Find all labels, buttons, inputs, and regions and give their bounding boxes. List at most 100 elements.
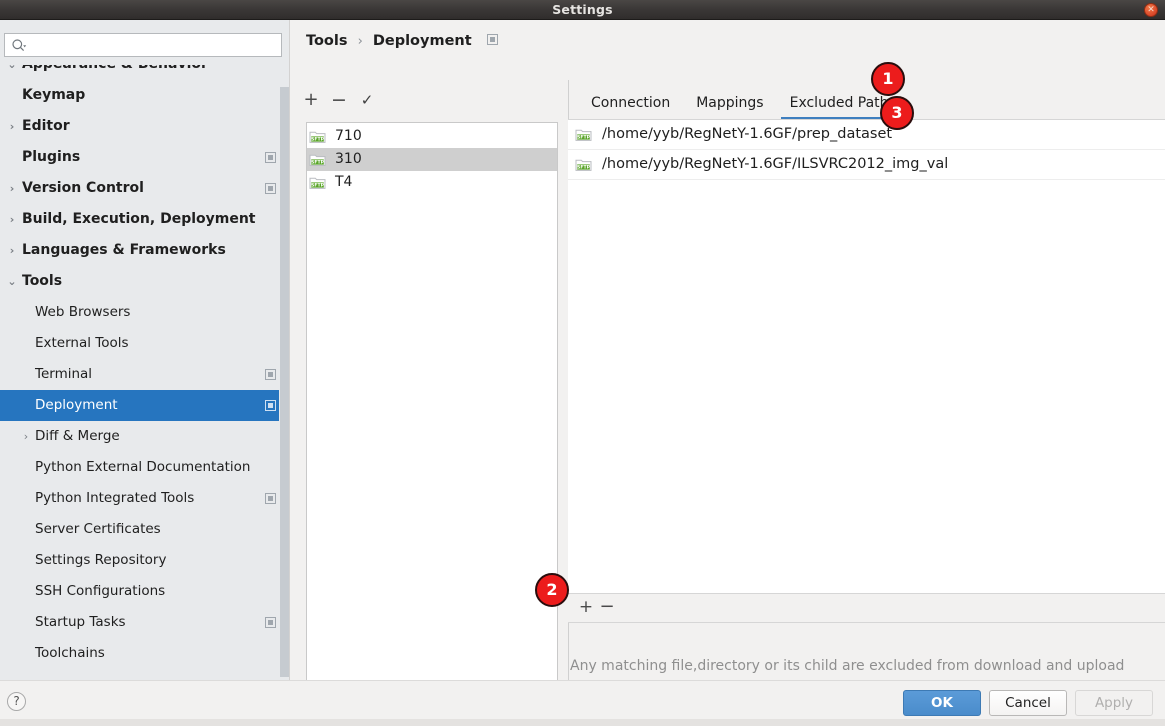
sidebar-item-label: Plugins [22, 149, 81, 165]
excluded-path-text: /home/yyb/RegNetY-1.6GF/prep_dataset [602, 126, 893, 142]
excluded-paths-list: SFTP/home/yyb/RegNetY-1.6GF/prep_dataset… [568, 119, 1165, 593]
annotation-marker-2: 2 [535, 573, 569, 607]
sidebar-item-label: Startup Tasks [35, 614, 126, 630]
sidebar-item-python-integrated-tools[interactable]: Python Integrated Tools [0, 483, 290, 514]
search-input[interactable] [31, 34, 283, 58]
server-name: T4 [335, 174, 353, 190]
chevron-down-icon[interactable]: ⌄ [6, 266, 18, 297]
sidebar-item-server-certificates[interactable]: Server Certificates [0, 514, 290, 545]
excluded-paths-toolbar: + − [568, 593, 1165, 623]
server-list-toolbar: + − ✓ [300, 88, 550, 114]
sidebar-item-label: Tools [22, 273, 63, 289]
window-titlebar: Settings ✕ [0, 0, 1165, 20]
add-server-button[interactable]: + [300, 88, 322, 112]
settings-sidebar: ⌄ Appearance & Behavior Keymap ›Editor Plugi… [0, 20, 290, 680]
server-name: 310 [335, 151, 362, 167]
close-icon[interactable]: ✕ [1144, 3, 1158, 17]
project-scope-icon [265, 369, 276, 380]
svg-text:SFTP: SFTP [311, 160, 325, 166]
tab-mappings[interactable]: Mappings [683, 88, 776, 120]
server-list-item[interactable]: SFTP T4 [307, 171, 557, 194]
remove-path-button[interactable]: − [596, 594, 618, 620]
sidebar-item-label: SSH Configurations [35, 583, 166, 599]
sidebar-item-deployment[interactable]: Deployment [0, 390, 290, 421]
search-icon [12, 39, 27, 52]
sidebar-item-web-browsers[interactable]: Web Browsers [0, 297, 290, 328]
set-default-server-button[interactable]: ✓ [356, 88, 378, 112]
remove-server-button[interactable]: − [328, 88, 350, 112]
annotation-marker-1: 1 [871, 62, 905, 96]
server-list: SFTP 710 SFTP 310 SFTP T4 [306, 122, 558, 682]
sidebar-item-python-external-documentation[interactable]: Python External Documentation [0, 452, 290, 483]
add-path-button[interactable]: + [575, 594, 597, 620]
sidebar-item-label: Keymap [22, 87, 86, 103]
sidebar-scroll-area: ⌄ Appearance & Behavior Keymap ›Editor Plugi… [0, 65, 290, 680]
sidebar-item-keymap[interactable]: Keymap [0, 80, 290, 111]
excluded-paths-hint: Any matching file,directory or its child… [570, 658, 1125, 674]
server-name: 710 [335, 128, 362, 144]
sidebar-item-label: Version Control [22, 180, 144, 196]
chevron-down-icon[interactable]: ⌄ [6, 65, 18, 80]
chevron-right-icon[interactable]: › [6, 204, 18, 235]
apply-button: Apply [1075, 690, 1153, 716]
svg-text:SFTP: SFTP [577, 165, 591, 171]
cancel-button[interactable]: Cancel [989, 690, 1067, 716]
server-list-item[interactable]: SFTP 310 [307, 148, 557, 171]
sidebar-item-settings-repository[interactable]: Settings Repository [0, 545, 290, 576]
breadcrumb-parent[interactable]: Tools [306, 33, 348, 49]
sidebar-item-label: Toolchains [35, 645, 105, 661]
svg-text:SFTP: SFTP [577, 135, 591, 141]
settings-dialog: ⌄ Appearance & Behavior Keymap ›Editor Plugi… [0, 20, 1165, 682]
sidebar-item-external-tools[interactable]: External Tools [0, 328, 290, 359]
sidebar-item-version-control[interactable]: › Version Control [0, 173, 290, 204]
excluded-path-row[interactable]: SFTP/home/yyb/RegNetY-1.6GF/ILSVRC2012_i… [568, 150, 1165, 180]
sidebar-item-startup-tasks[interactable]: Startup Tasks [0, 607, 290, 638]
chevron-right-icon[interactable]: › [6, 235, 18, 266]
server-list-item[interactable]: SFTP 710 [307, 125, 557, 148]
svg-text:SFTP: SFTP [311, 137, 325, 143]
chevron-right-icon[interactable]: › [6, 111, 18, 142]
svg-text:SFTP: SFTP [311, 183, 325, 189]
breadcrumb: Tools › Deployment [306, 33, 498, 49]
sidebar-item-label: Python Integrated Tools [35, 490, 195, 506]
sidebar-item-label: Deployment [35, 397, 118, 413]
search-box[interactable] [4, 33, 283, 58]
sidebar-item-editor[interactable]: › Editor [0, 111, 290, 142]
sidebar-item-diff-merge[interactable]: › Diff & Merge [0, 421, 290, 452]
sidebar-item-toolchains[interactable]: Toolchains [0, 638, 290, 669]
sidebar-item-build-execution-deployment[interactable]: › Build, Execution, Deployment [0, 204, 290, 235]
ok-button[interactable]: OK [903, 690, 981, 716]
sidebar-item-label: Terminal [35, 366, 93, 382]
settings-nav-list: ⌄ Appearance & Behavior Keymap ›Editor Plugi… [0, 65, 290, 669]
window-title: Settings [552, 2, 613, 17]
tab-label: Mappings [696, 95, 764, 111]
sidebar-item-label: Settings Repository [35, 552, 167, 568]
excluded-path-row[interactable]: SFTP/home/yyb/RegNetY-1.6GF/prep_dataset [568, 120, 1165, 150]
sidebar-item-label: Languages & Frameworks [22, 242, 226, 258]
chevron-right-icon[interactable]: › [6, 173, 18, 204]
tab-connection[interactable]: Connection [578, 88, 683, 120]
sidebar-item-label: Appearance & Behavior [22, 65, 208, 72]
project-scope-icon [265, 493, 276, 504]
tab-label: Connection [591, 95, 671, 111]
breadcrumb-separator: › [357, 34, 363, 49]
sidebar-item-terminal[interactable]: Terminal [0, 359, 290, 390]
project-scope-icon [265, 617, 276, 628]
sidebar-item-label: Server Certificates [35, 521, 161, 537]
sftp-icon: SFTP [575, 159, 592, 171]
chevron-right-icon[interactable]: › [20, 421, 32, 452]
sidebar-scrollbar-thumb[interactable] [280, 87, 289, 677]
sidebar-item-tools[interactable]: ⌄ Tools [0, 266, 290, 297]
sidebar-item-languages-frameworks[interactable]: › Languages & Frameworks [0, 235, 290, 266]
sidebar-item-ssh-configurations[interactable]: SSH Configurations [0, 576, 290, 607]
sidebar-item-label: External Tools [35, 335, 129, 351]
sidebar-item-appearance-behavior[interactable]: ⌄ Appearance & Behavior [0, 65, 290, 80]
excluded-path-text: /home/yyb/RegNetY-1.6GF/ILSVRC2012_img_v… [602, 156, 949, 172]
help-button[interactable]: ? [7, 692, 26, 711]
sidebar-item-label: Web Browsers [35, 304, 131, 320]
sftp-icon: SFTP [575, 129, 592, 141]
sidebar-item-plugins[interactable]: Plugins [0, 142, 290, 173]
project-scope-icon [265, 400, 276, 411]
project-scope-icon [486, 33, 498, 45]
sftp-icon: SFTP [309, 177, 326, 189]
